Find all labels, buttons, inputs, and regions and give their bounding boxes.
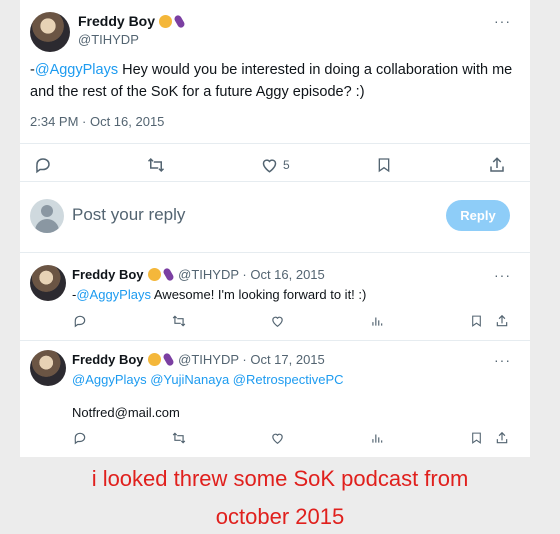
like-count: 5 bbox=[283, 158, 290, 172]
share-icon[interactable] bbox=[495, 431, 509, 445]
avatar[interactable] bbox=[30, 350, 66, 386]
timestamp[interactable]: 2:34 PM · Oct 16, 2015 bbox=[30, 114, 164, 129]
views-icon[interactable] bbox=[370, 314, 384, 328]
eggplant-emoji-icon bbox=[173, 14, 186, 29]
more-icon[interactable]: ··· bbox=[494, 267, 511, 283]
retweet-icon[interactable] bbox=[171, 314, 187, 328]
hand-emoji-icon bbox=[159, 15, 173, 28]
share-icon[interactable] bbox=[495, 314, 509, 328]
tweet-card: Freddy Boy @TIHYDP ··· -@AggyPlays Hey w… bbox=[20, 0, 530, 457]
like-icon[interactable] bbox=[270, 431, 285, 445]
reply-text: Notfred@mail.com bbox=[72, 405, 180, 420]
reply-text: -@AggyPlays Awesome! I'm looking forward… bbox=[72, 284, 512, 306]
author-name[interactable]: Freddy Boy bbox=[78, 13, 155, 29]
eggplant-emoji-icon bbox=[161, 352, 175, 367]
hand-emoji-icon bbox=[147, 353, 161, 366]
reply-input[interactable]: Post your reply bbox=[72, 205, 185, 225]
author-handle[interactable]: @TIHYDP bbox=[78, 32, 139, 47]
author-name-row[interactable]: Freddy Boy bbox=[78, 13, 186, 29]
caption-line-1: i looked threw some SoK podcast from bbox=[91, 466, 469, 491]
divider bbox=[20, 252, 530, 253]
like-icon[interactable] bbox=[260, 156, 279, 174]
views-icon[interactable] bbox=[370, 431, 384, 445]
like-icon[interactable] bbox=[270, 314, 285, 328]
divider bbox=[20, 143, 530, 144]
more-icon[interactable]: ··· bbox=[494, 13, 511, 29]
hand-emoji-icon bbox=[147, 268, 161, 281]
retweet-icon[interactable] bbox=[171, 431, 187, 445]
bookmark-icon[interactable] bbox=[470, 314, 483, 328]
reply-icon[interactable] bbox=[73, 431, 87, 445]
user-avatar bbox=[30, 199, 64, 233]
avatar[interactable] bbox=[30, 265, 66, 301]
more-icon[interactable]: ··· bbox=[494, 352, 511, 368]
reply-icon[interactable] bbox=[73, 314, 87, 328]
author-name[interactable]: Freddy Boy bbox=[72, 352, 144, 367]
reply-icon[interactable] bbox=[34, 156, 52, 174]
caption-line-2: october 2015 bbox=[215, 504, 345, 529]
author-name[interactable]: Freddy Boy bbox=[72, 267, 144, 282]
share-icon[interactable] bbox=[488, 156, 506, 174]
bookmark-icon[interactable] bbox=[376, 156, 392, 174]
avatar[interactable] bbox=[30, 12, 70, 52]
retweet-icon[interactable] bbox=[146, 156, 166, 174]
mention-link[interactable]: @AggyPlays bbox=[76, 287, 151, 302]
reply-button[interactable]: Reply bbox=[446, 200, 510, 231]
reply-header: Freddy Boy @TIHYDP · Oct 16, 2015 bbox=[72, 267, 325, 282]
mention-link[interactable]: @AggyPlays bbox=[35, 62, 118, 78]
divider bbox=[20, 340, 530, 341]
mention-links[interactable]: @AggyPlays @YujiNanaya @RetrospectivePC bbox=[72, 369, 512, 391]
reply-header: Freddy Boy @TIHYDP · Oct 17, 2015 bbox=[72, 352, 325, 367]
eggplant-emoji-icon bbox=[161, 267, 175, 282]
reply-body: Awesome! I'm looking forward to it! :) bbox=[150, 287, 367, 302]
divider bbox=[20, 181, 530, 182]
handle-date[interactable]: @TIHYDP · Oct 17, 2015 bbox=[178, 352, 325, 367]
bookmark-icon[interactable] bbox=[470, 431, 483, 445]
handle-date[interactable]: @TIHYDP · Oct 16, 2015 bbox=[178, 267, 325, 282]
tweet-text: -@AggyPlays Hey would you be interested … bbox=[30, 59, 520, 103]
